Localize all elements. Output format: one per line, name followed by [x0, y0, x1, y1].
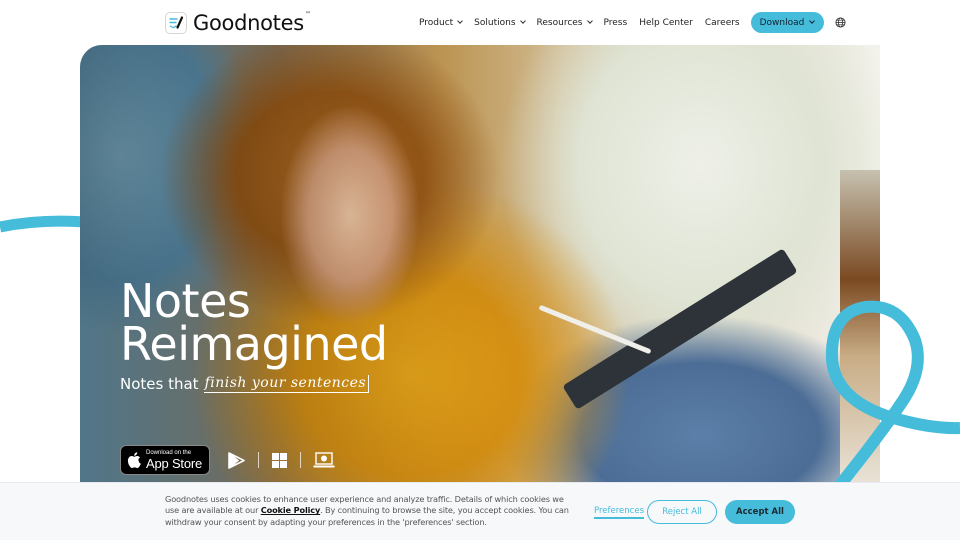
apple-icon — [127, 452, 141, 468]
reject-all-button[interactable]: Reject All — [647, 500, 717, 524]
google-play-icon[interactable] — [228, 451, 245, 469]
accept-all-button[interactable]: Accept All — [725, 500, 795, 524]
hero-title-line2: Reimagined — [120, 317, 388, 371]
nav-label: Resources — [536, 17, 583, 28]
main-nav: Product Solutions Resources Press Help C… — [419, 12, 846, 33]
nav-label: Press — [603, 17, 628, 28]
download-button[interactable]: Download — [750, 12, 825, 33]
preferences-link[interactable]: Preferences — [594, 506, 644, 519]
cookie-message: Goodnotes uses cookies to enhance user e… — [165, 494, 570, 528]
windows-icon[interactable] — [272, 452, 287, 468]
app-store-big-text: App Store — [146, 456, 203, 471]
nav-item-help-center[interactable]: Help Center — [639, 18, 693, 28]
nav-label: Help Center — [639, 17, 693, 28]
app-store-badge[interactable]: Download on the App Store — [120, 445, 210, 475]
chevron-down-icon — [586, 18, 593, 24]
hero-subtitle-script: finish your sentences — [203, 375, 370, 393]
goodnotes-logo-icon — [165, 12, 187, 34]
hero-section: Notes Reimagined Notes that finish your … — [80, 45, 880, 482]
nav-item-product[interactable]: Product — [419, 17, 464, 28]
nav-item-careers[interactable]: Careers — [705, 18, 740, 28]
hero-subtitle: Notes that finish your sentences — [120, 375, 370, 393]
nav-item-resources[interactable]: Resources — [536, 17, 593, 28]
logo[interactable]: Goodnotes™ — [165, 11, 311, 35]
nav-item-press[interactable]: Press — [604, 18, 628, 28]
cookie-policy-link[interactable]: Cookie Policy — [261, 505, 321, 515]
divider — [300, 452, 301, 468]
logo-wordmark: Goodnotes™ — [193, 11, 311, 35]
nav-label: Solutions — [474, 17, 516, 28]
download-label: Download — [759, 17, 805, 28]
nav-item-solutions[interactable]: Solutions — [474, 17, 526, 28]
web-laptop-icon[interactable] — [313, 451, 335, 469]
hero-title: Notes Reimagined — [120, 278, 388, 371]
decorative-swoosh-left — [0, 215, 86, 233]
chevron-down-icon — [519, 18, 526, 24]
chevron-down-icon — [457, 18, 464, 24]
nav-label: Product — [419, 17, 454, 28]
download-platforms: Download on the App Store — [120, 445, 335, 475]
chevron-down-icon — [809, 18, 816, 24]
hero-image-overlay — [80, 45, 880, 482]
nav-label: Careers — [704, 17, 740, 28]
site-header: Goodnotes™ Product Solutions Resources P… — [0, 0, 960, 45]
globe-icon[interactable] — [835, 17, 846, 28]
cookie-banner: Goodnotes uses cookies to enhance user e… — [0, 482, 960, 540]
divider — [258, 452, 259, 468]
hero-subtitle-prefix: Notes that — [120, 375, 199, 393]
